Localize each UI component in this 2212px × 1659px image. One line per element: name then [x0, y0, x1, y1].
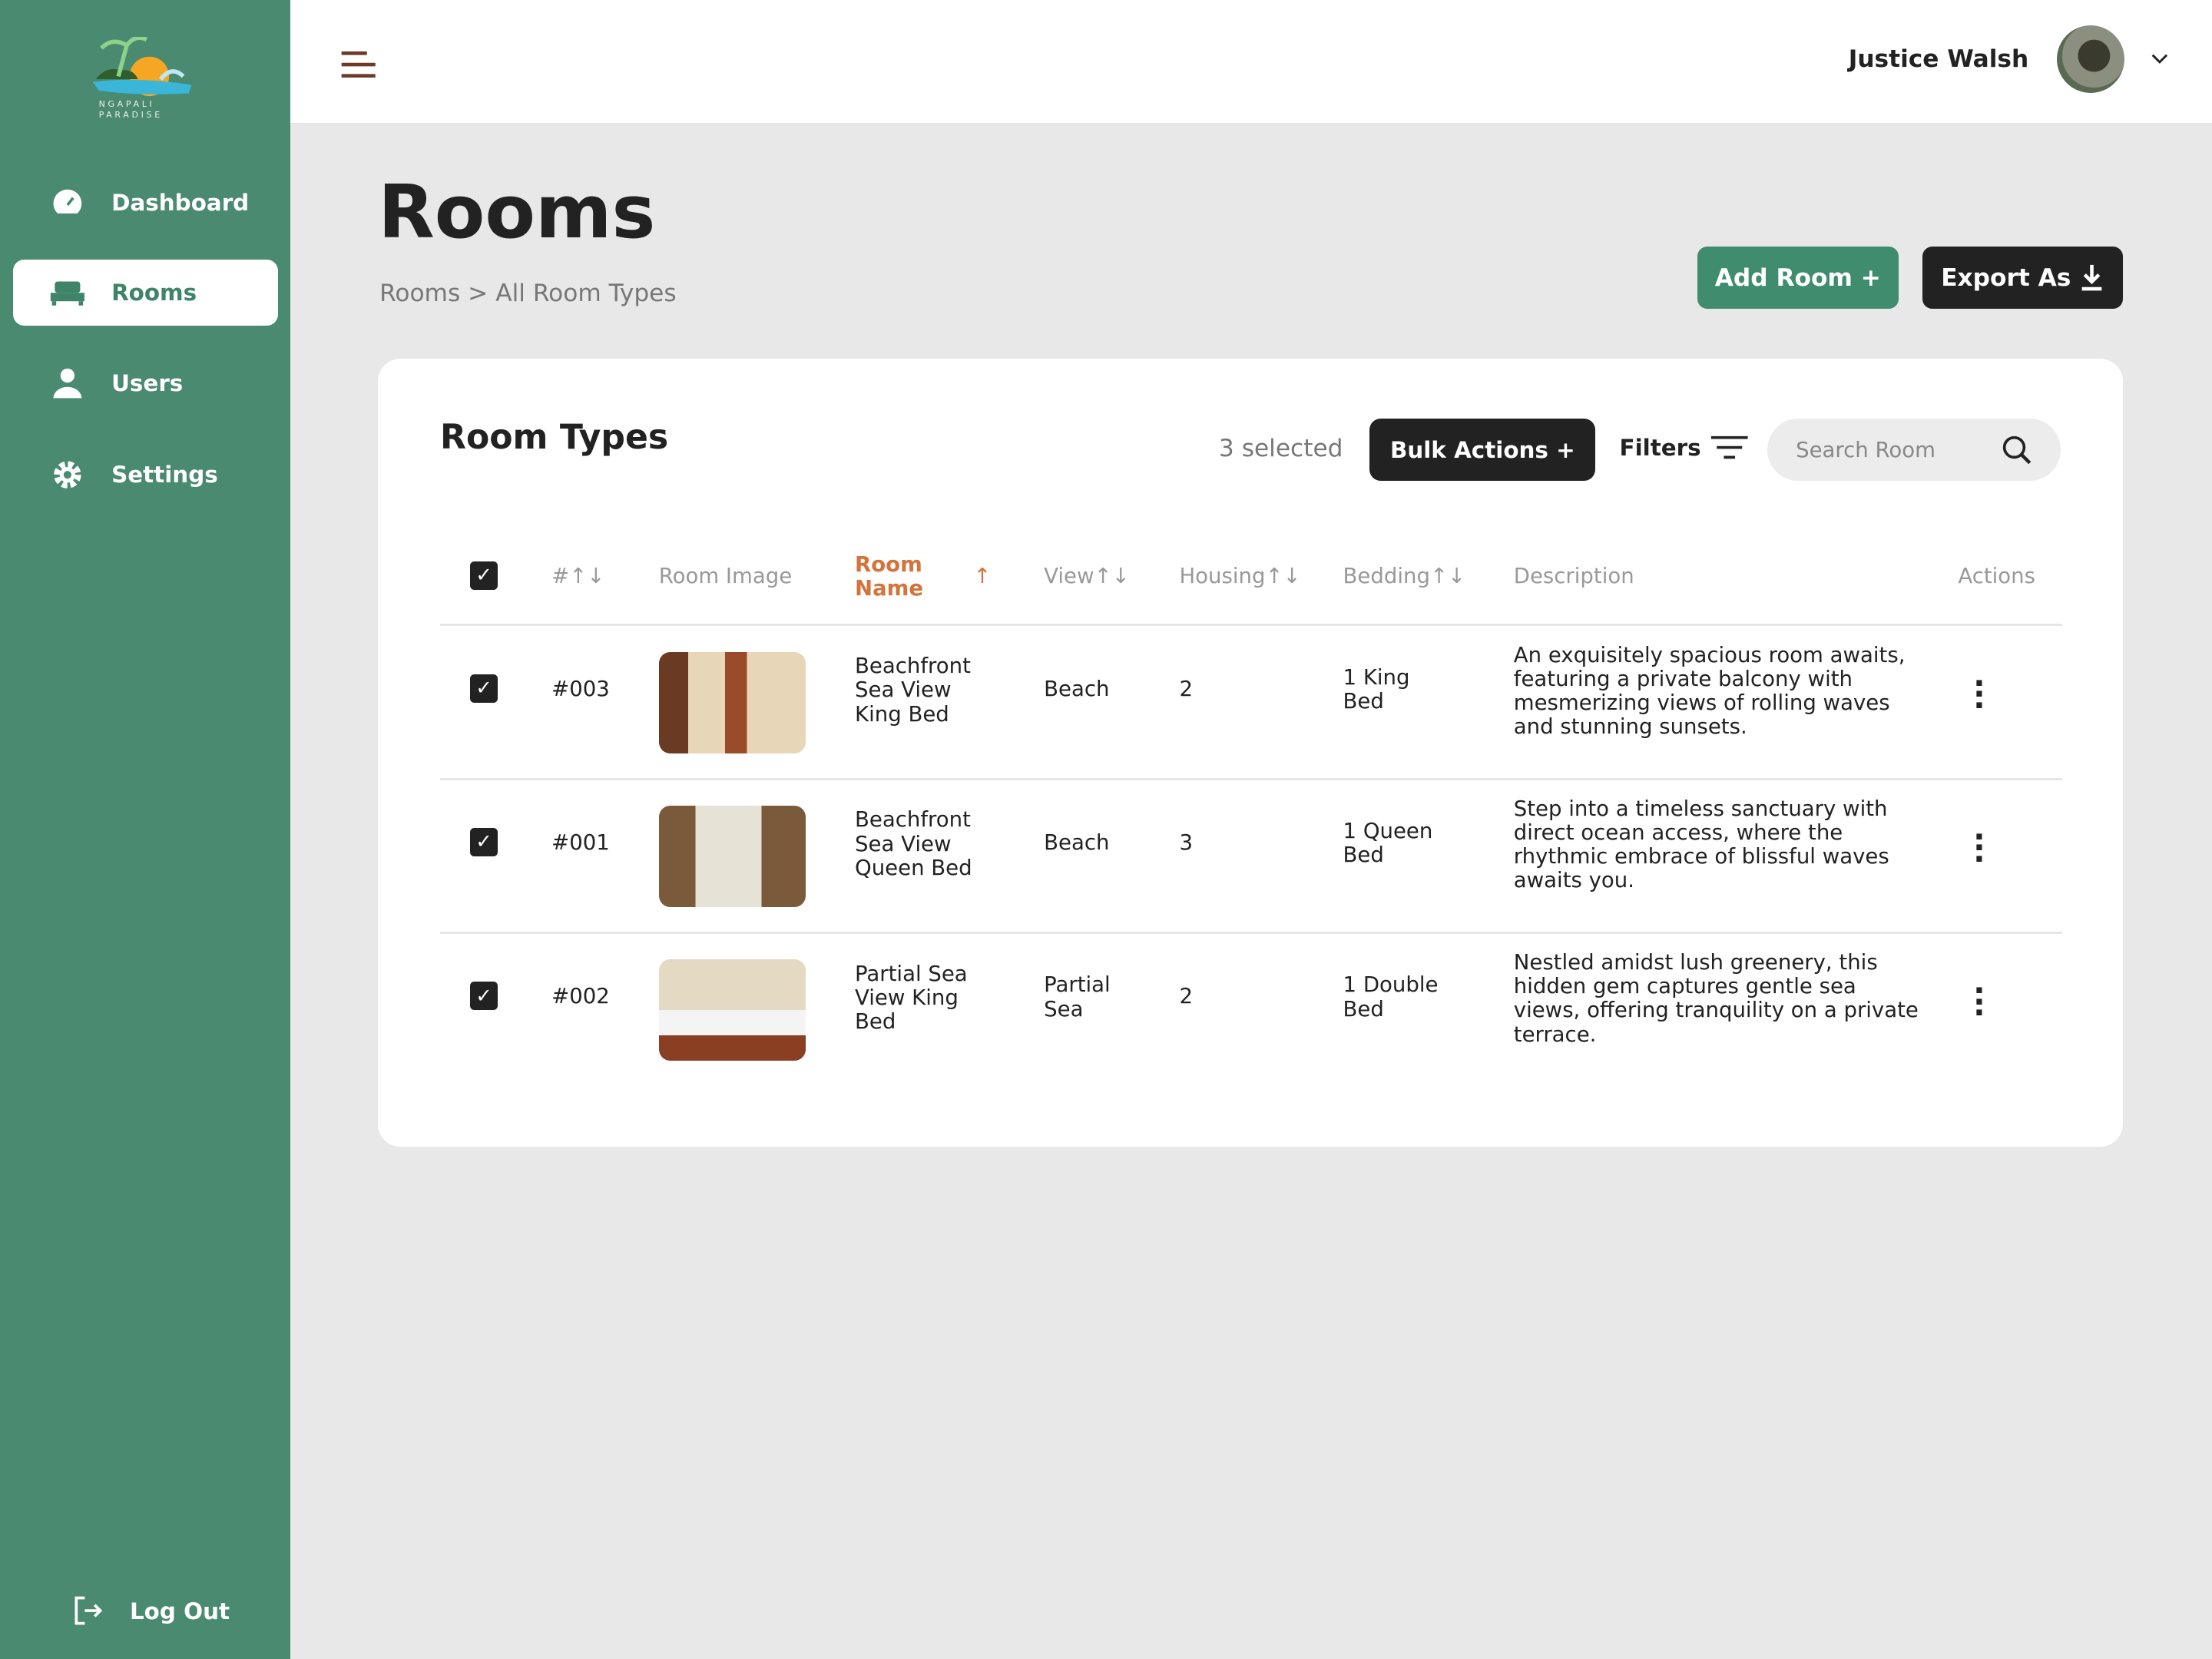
- filter-icon: [1710, 435, 1748, 459]
- logout-icon: [75, 1597, 102, 1625]
- user-menu[interactable]: Justice Walsh: [1848, 25, 2170, 94]
- user-name: Justice Walsh: [1848, 45, 2029, 74]
- room-id: #002: [551, 983, 610, 1008]
- room-description: An exquisitely spacious room awaits, fea…: [1513, 642, 1906, 740]
- room-bedding: 1 Double Bed: [1343, 972, 1439, 1022]
- bed-icon: [51, 281, 85, 306]
- room-id: #001: [551, 830, 610, 855]
- search-icon[interactable]: [2002, 435, 2032, 465]
- user-icon: [53, 369, 82, 399]
- gear-icon: [54, 461, 81, 488]
- logo: NGAPALI PARADISE: [93, 35, 194, 124]
- bulk-actions-button[interactable]: Bulk Actions +: [1369, 419, 1596, 482]
- logout-button[interactable]: Log Out: [71, 1594, 230, 1628]
- sidebar-item-label: Users: [111, 369, 184, 396]
- room-id: #003: [551, 676, 610, 701]
- export-label: Export As: [1941, 263, 2071, 292]
- room-description: Step into a timeless sanctuary with dire…: [1513, 796, 1889, 893]
- col-view[interactable]: View↑↓: [1044, 564, 1130, 588]
- selected-count: 3 selected: [1218, 434, 1343, 462]
- col-name[interactable]: Room Name: [855, 552, 939, 601]
- breadcrumb: Rooms > All Room Types: [379, 279, 677, 307]
- table-row[interactable]: ✓ #002 Partial Sea View King Bed Partial…: [440, 934, 2062, 1088]
- top-bar: Justice Walsh: [290, 0, 2212, 123]
- col-image: Room Image: [658, 563, 793, 588]
- avatar: [2056, 25, 2125, 94]
- download-icon: [2082, 265, 2102, 291]
- room-name: Beachfront Sea View Queen Bed: [855, 807, 972, 880]
- col-bedding[interactable]: Bedding↑↓: [1343, 564, 1466, 588]
- room-view: Beach: [1044, 676, 1110, 701]
- sort-ascending-icon[interactable]: ↑: [973, 564, 991, 588]
- room-bedding: 1 Queen Bed: [1343, 819, 1433, 868]
- chevron-down-icon[interactable]: [2150, 52, 2170, 66]
- room-name: Partial Sea View King Bed: [855, 961, 968, 1035]
- room-name: Beachfront Sea View King Bed: [855, 654, 971, 727]
- col-num[interactable]: #↑↓: [551, 564, 604, 588]
- table-row[interactable]: ✓ #003 Beachfront Sea View King Bed Beac…: [440, 626, 2063, 780]
- logout-label: Log Out: [129, 1598, 230, 1624]
- room-view: Beach: [1044, 830, 1110, 855]
- sidebar-item-dashboard[interactable]: Dashboard: [13, 169, 278, 235]
- more-actions-icon[interactable]: · · ·: [1972, 975, 1986, 1028]
- room-types-card: Room Types 3 selected Bulk Actions + Fil…: [378, 358, 2124, 1147]
- room-housing: 3: [1179, 830, 1193, 855]
- filters-button[interactable]: Filters: [1620, 435, 1750, 461]
- sidebar-item-settings[interactable]: Settings: [13, 442, 278, 508]
- table-header: ✓ #↑↓ Room Image Room Name ↑ View↑↓ Hous…: [440, 528, 2063, 627]
- search-input[interactable]: Search Room: [1767, 419, 2061, 482]
- col-actions: Actions: [1958, 563, 2035, 588]
- export-button[interactable]: Export As: [1922, 247, 2124, 310]
- sidebar: NGAPALI PARADISE Dashboard Rooms Users Se…: [0, 0, 291, 1659]
- select-all-checkbox[interactable]: ✓: [469, 561, 498, 590]
- sidebar-item-rooms[interactable]: Rooms: [12, 259, 278, 326]
- row-checkbox[interactable]: ✓: [469, 828, 498, 856]
- more-actions-icon[interactable]: · · ·: [1972, 821, 1986, 875]
- row-checkbox[interactable]: ✓: [469, 982, 498, 1011]
- search-placeholder: Search Room: [1796, 437, 1936, 462]
- room-housing: 2: [1179, 676, 1193, 701]
- sidebar-item-label: Settings: [111, 462, 218, 488]
- sidebar-item-label: Rooms: [111, 280, 197, 306]
- room-bedding: 1 King Bed: [1343, 664, 1410, 714]
- hamburger-menu-icon[interactable]: [339, 48, 378, 81]
- room-housing: 2: [1179, 983, 1193, 1008]
- card-title: Room Types: [440, 417, 669, 457]
- more-actions-icon[interactable]: · · ·: [1972, 667, 1986, 720]
- island-logo-icon: [93, 35, 192, 96]
- room-image: [658, 805, 806, 907]
- sidebar-item-users[interactable]: Users: [13, 350, 278, 416]
- room-description: Nestled amidst lush greenery, this hidde…: [1513, 949, 1919, 1047]
- filters-label: Filters: [1619, 434, 1701, 461]
- add-room-button[interactable]: Add Room +: [1697, 247, 1899, 310]
- col-description: Description: [1513, 563, 1634, 588]
- page-title: Rooms: [378, 169, 656, 256]
- room-view: Partial Sea: [1044, 972, 1111, 1022]
- room-image: [658, 959, 806, 1061]
- table-row[interactable]: ✓ #001 Beachfront Sea View Queen Bed Bea…: [440, 780, 2063, 934]
- sidebar-item-label: Dashboard: [111, 189, 250, 216]
- room-image: [658, 651, 806, 753]
- gauge-icon: [53, 190, 82, 214]
- row-checkbox[interactable]: ✓: [469, 674, 498, 703]
- col-housing[interactable]: Housing↑↓: [1179, 564, 1300, 588]
